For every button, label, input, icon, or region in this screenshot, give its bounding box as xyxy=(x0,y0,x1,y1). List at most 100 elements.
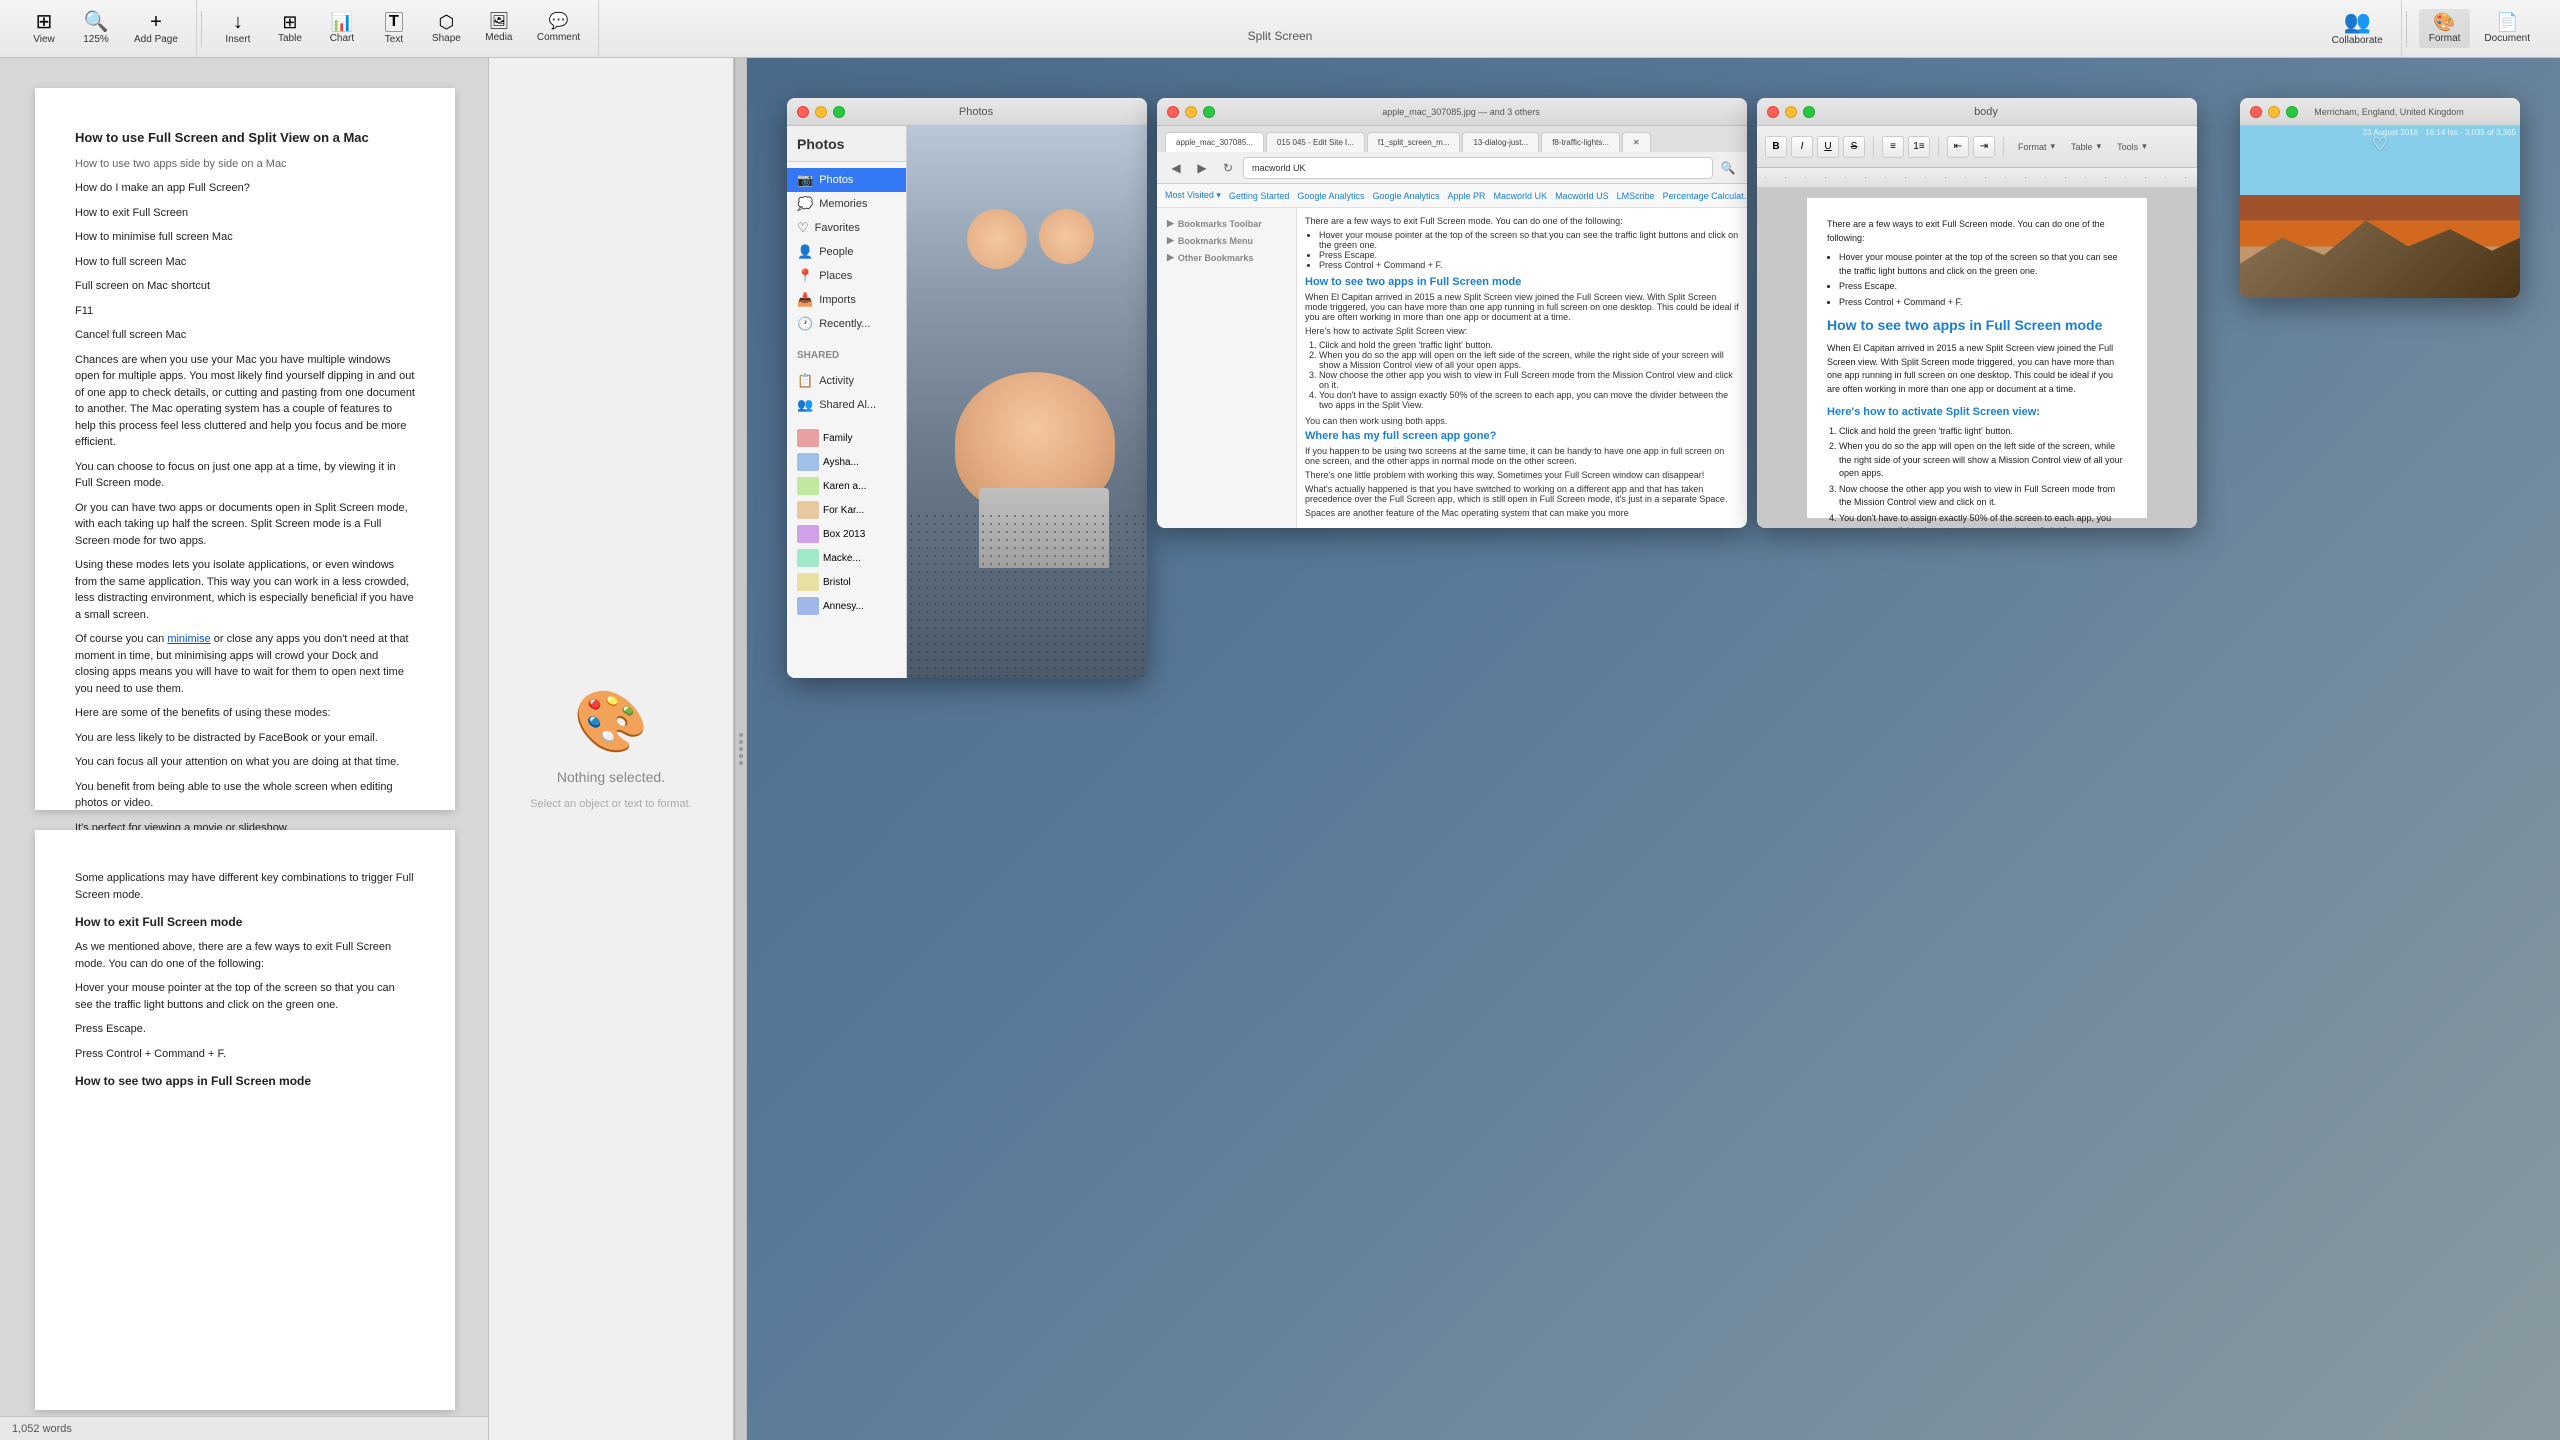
document-page-1: How to use Full Screen and Split View on… xyxy=(35,88,455,810)
chart-icon: 📊 xyxy=(331,13,353,31)
sidebar-item-recently[interactable]: 🕐 Recently... xyxy=(787,312,906,336)
browser-search-btn[interactable]: 🔍 xyxy=(1717,157,1739,179)
bookmark-apple-pr[interactable]: Apple PR xyxy=(1448,191,1486,201)
other-bookmarks-arrow: ▶ xyxy=(1167,252,1174,263)
pages-increase-indent-btn[interactable]: ⇥ xyxy=(1973,136,1995,158)
doc-para: Or you can have two apps or documents op… xyxy=(75,500,415,550)
album-family[interactable]: Family xyxy=(791,427,902,449)
album-bristol[interactable]: Bristol xyxy=(791,571,902,593)
album-macke[interactable]: Macke... xyxy=(791,547,902,569)
album-aysha[interactable]: Aysha... xyxy=(791,451,902,473)
bookmark-percentage[interactable]: Percentage Calculat... xyxy=(1663,191,1747,201)
browser-tab-3[interactable]: f1_split_screen_m... xyxy=(1367,132,1461,152)
list-item: You don't have to assign exactly 50% of … xyxy=(1319,390,1739,410)
collaborate-group: 👥 Collaborate xyxy=(2314,0,2402,57)
bookmark-getting-started[interactable]: Getting Started xyxy=(1229,191,1290,201)
bookmark-google-analytics[interactable]: Google Analytics xyxy=(1297,191,1364,201)
zoom-button[interactable]: 🔍 125% xyxy=(72,8,120,49)
shape-label: Shape xyxy=(432,33,461,44)
pages-list-btn[interactable]: ≡ xyxy=(1882,136,1904,158)
bookmark-google-analytics-2[interactable]: Google Analytics xyxy=(1372,191,1439,201)
pages-bullet: Press Escape. xyxy=(1839,280,2127,294)
photos-title: Photos xyxy=(815,106,1137,118)
sidebar-item-shared-al[interactable]: 👥 Shared Al... xyxy=(787,393,906,417)
browser-forward-btn[interactable]: ▶ xyxy=(1191,157,1213,179)
add-page-button[interactable]: + Add Page xyxy=(124,8,188,49)
favorites-icon: ♡ xyxy=(797,220,809,236)
table-button[interactable]: ⊞ Table xyxy=(266,9,314,48)
pages-underline-btn[interactable]: U xyxy=(1817,136,1839,158)
sidebar-item-memories[interactable]: 💭 Memories xyxy=(787,192,906,216)
pages-titlebar: body xyxy=(1757,98,2197,126)
pages-number-list-btn[interactable]: 1≡ xyxy=(1908,136,1930,158)
comment-label: Comment xyxy=(537,32,580,43)
photo-dots xyxy=(907,512,1147,678)
view-button[interactable]: ⊞ View xyxy=(20,8,68,49)
bookmark-lmscribe[interactable]: LMScribe xyxy=(1617,191,1655,201)
pages-strikethrough-btn[interactable]: S xyxy=(1843,136,1865,158)
collaborate-button[interactable]: 👥 Collaborate xyxy=(2322,7,2393,50)
sidebar-item-imports[interactable]: 📥 Imports xyxy=(787,288,906,312)
shape-button[interactable]: ⬡ Shape xyxy=(422,9,471,48)
album-thumb xyxy=(797,453,819,471)
album-annesy[interactable]: Annesy... xyxy=(791,595,902,617)
bookmark-most-visited[interactable]: Most Visited ▾ xyxy=(1165,190,1221,201)
doc-para: Some applications may have different key… xyxy=(75,870,415,903)
browser-tab-2[interactable]: 015 045 - Edit Site I... xyxy=(1266,132,1365,152)
format-icon: 🎨 xyxy=(2433,13,2455,31)
doc-text: How do I make an app Full Screen? xyxy=(75,180,415,197)
sidebar-item-people[interactable]: 👤 People xyxy=(787,240,906,264)
pages-chevron: ▾ xyxy=(2051,141,2056,152)
list-item: Press Escape. xyxy=(1319,250,1739,260)
album-box2013[interactable]: Box 2013 xyxy=(791,523,902,545)
doc-para: You are less likely to be distracted by … xyxy=(75,730,415,747)
sidebar-item-favorites[interactable]: ♡ Favorites xyxy=(787,216,906,240)
media-button[interactable]: 🖼 Media xyxy=(475,10,523,47)
landscape-close-btn[interactable] xyxy=(2250,106,2262,118)
document-button[interactable]: 📄 Document xyxy=(2474,9,2540,48)
comment-button[interactable]: 💬 Comment xyxy=(527,10,590,47)
format-empty-icon: 🎨 xyxy=(574,686,649,757)
list-item: Hover your mouse pointer at the top of t… xyxy=(1319,230,1739,250)
browser-address-bar[interactable]: macworld UK xyxy=(1243,157,1713,179)
bookmark-macworld-uk[interactable]: Macworld UK xyxy=(1494,191,1548,201)
format-button[interactable]: 🎨 Format xyxy=(2419,9,2471,48)
photos-close-btn[interactable] xyxy=(797,106,809,118)
places-icon: 📍 xyxy=(797,268,813,284)
browser-refresh-btn[interactable]: ↻ xyxy=(1217,157,1239,179)
browser-close-btn[interactable] xyxy=(1167,106,1179,118)
doc-heading-4: How to see two apps in Full Screen mode xyxy=(75,1072,415,1090)
chart-button[interactable]: 📊 Chart xyxy=(318,9,366,48)
pages-italic-btn[interactable]: I xyxy=(1791,136,1813,158)
divider-dot xyxy=(739,733,743,737)
browser-close-tab[interactable]: ✕ xyxy=(1622,132,1651,152)
pages-content: There are a few ways to exit Full Screen… xyxy=(1757,188,2197,528)
text-button[interactable]: T Text xyxy=(370,8,418,49)
browser-tab-4[interactable]: 13-dialog-just... xyxy=(1462,132,1539,152)
insert-button[interactable]: ↓ Insert xyxy=(214,8,262,49)
browser-content-para-7: Spaces are another feature of the Mac op… xyxy=(1305,508,1739,518)
album-for-kar[interactable]: For Kar... xyxy=(791,499,902,521)
album-karen[interactable]: Karen a... xyxy=(791,475,902,497)
minimise-link[interactable]: minimise xyxy=(167,633,210,645)
bookmark-macworld-us[interactable]: Macworld US xyxy=(1555,191,1609,201)
pages-document: There are a few ways to exit Full Screen… xyxy=(1807,198,2147,518)
pages-step: You don't have to assign exactly 50% of … xyxy=(1839,512,2127,529)
pages-close-btn[interactable] xyxy=(1767,106,1779,118)
sidebar-item-activity[interactable]: 📋 Activity xyxy=(787,369,906,393)
browser-back-btn[interactable]: ◀ xyxy=(1165,157,1187,179)
pages-bold-btn[interactable]: B xyxy=(1765,136,1787,158)
pages-bullet: Press Control + Command + F. xyxy=(1839,296,2127,310)
format-label: Format xyxy=(2429,33,2461,44)
browser-tab-1[interactable]: apple_mac_307085... xyxy=(1165,132,1264,152)
bookmarks-arrow: ▶ xyxy=(1167,218,1174,229)
pages-decrease-indent-btn[interactable]: ⇤ xyxy=(1947,136,1969,158)
panel-divider[interactable] xyxy=(735,58,747,1440)
sidebar-item-photos[interactable]: 📷 Photos xyxy=(787,168,906,192)
browser-tabs-bar: apple_mac_307085... 015 045 - Edit Site … xyxy=(1157,126,1747,152)
landscape-favorite-icon[interactable]: ♡ xyxy=(2372,134,2388,155)
sidebar-item-places[interactable]: 📍 Places xyxy=(787,264,906,288)
document-area: How to use Full Screen and Split View on… xyxy=(0,58,490,1440)
browser-tab-5[interactable]: f8-traffic-lights... xyxy=(1541,132,1620,152)
browser-content-ordered-list: Click and hold the green 'traffic light'… xyxy=(1319,340,1739,410)
